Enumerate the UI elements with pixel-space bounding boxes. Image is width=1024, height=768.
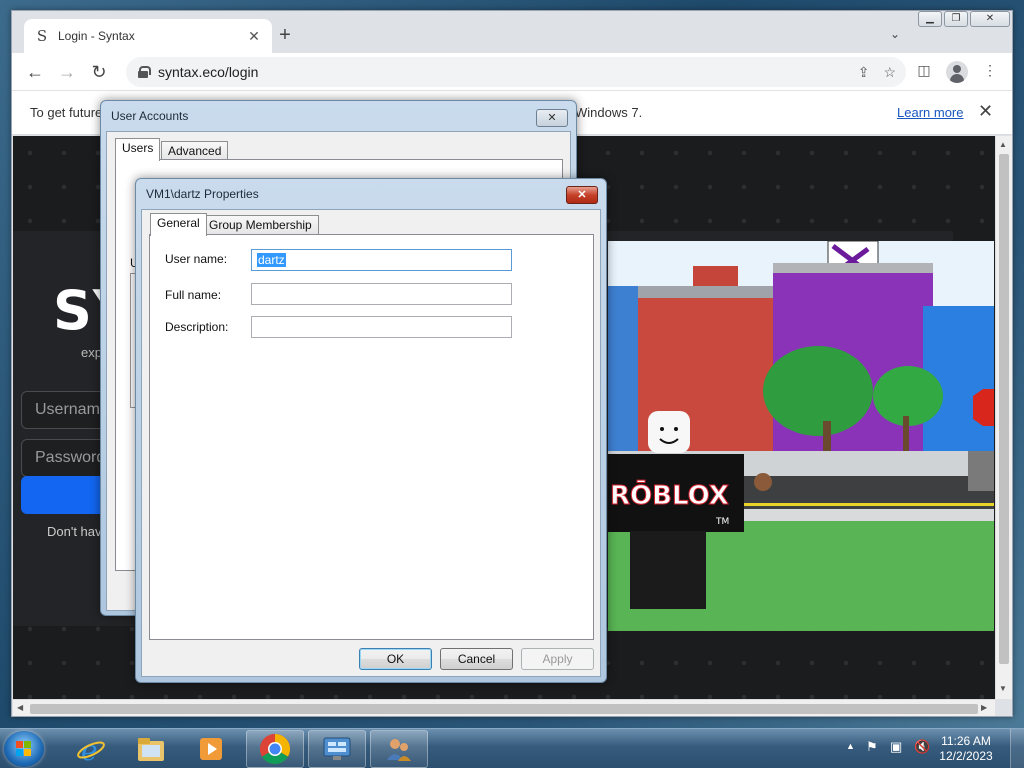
internet-explorer-icon[interactable]: e [62, 730, 120, 768]
user-properties-dialog: VM1\dartz Properties ✕ General Group Mem… [135, 178, 607, 683]
start-button[interactable] [4, 731, 44, 767]
window-controls: ▁ ❐ ✕ [916, 11, 1010, 31]
browser-toolbar: ← → ↻ syntax.eco/login ⇪ ☆ ◫ ⋮ [12, 53, 1012, 91]
fullname-label: Full name: [165, 288, 222, 302]
network-icon[interactable]: ▣ [890, 739, 902, 755]
fullname-field[interactable] [251, 283, 512, 305]
game-scene-illustration: RŌBLOX TM [608, 241, 994, 631]
control-panel-taskbar-button[interactable] [308, 730, 366, 768]
signup-prompt: Don't hav [47, 524, 102, 539]
users-icon [387, 739, 411, 761]
learn-more-link[interactable]: Learn more [897, 105, 963, 120]
chrome-taskbar-button[interactable] [246, 730, 304, 768]
username-value: dartz [257, 253, 286, 267]
close-window-button[interactable]: ✕ [970, 11, 1010, 27]
show-desktop-button[interactable] [1010, 729, 1024, 768]
tab-group-membership[interactable]: Group Membership [202, 215, 319, 236]
file-explorer-icon[interactable] [122, 730, 180, 768]
url-text: syntax.eco/login [158, 64, 259, 80]
scroll-right-icon[interactable]: ▶ [981, 703, 987, 712]
profile-avatar-icon[interactable] [946, 61, 968, 83]
vertical-scroll-thumb[interactable] [999, 154, 1009, 664]
description-label: Description: [165, 320, 229, 334]
vertical-scrollbar[interactable]: ▲ ▼ [995, 136, 1012, 699]
horizontal-scroll-thumb[interactable] [30, 704, 978, 714]
tab-title: Login - Syntax [58, 29, 135, 43]
volume-muted-icon[interactable]: 🔇 [914, 739, 930, 755]
address-bar[interactable]: syntax.eco/login ⇪ ☆ [126, 57, 906, 87]
windows-flag-icon [16, 741, 32, 757]
tab-general[interactable]: General [150, 213, 207, 236]
scroll-up-icon[interactable]: ▲ [999, 140, 1007, 149]
tab-search-chevron-icon[interactable]: ⌄ [886, 27, 904, 45]
infobar-message-end: Windows 7. [575, 105, 643, 120]
bookmark-star-icon[interactable]: ☆ [883, 64, 896, 81]
forward-arrow-icon[interactable]: → [56, 61, 78, 83]
scroll-left-icon[interactable]: ◀ [17, 703, 23, 712]
lock-icon[interactable] [138, 66, 151, 78]
close-tab-icon[interactable]: ✕ [246, 28, 262, 45]
show-hidden-icons-icon[interactable]: ▲ [846, 741, 855, 751]
clock-time: 11:26 AM [941, 734, 991, 748]
user-accounts-taskbar-button[interactable] [370, 730, 428, 768]
dialog-title: VM1\dartz Properties [146, 187, 259, 201]
horizontal-scrollbar[interactable]: ◀ ▶ [13, 699, 995, 716]
share-icon[interactable]: ⇪ [858, 64, 870, 81]
description-field[interactable] [251, 316, 512, 338]
cancel-button[interactable]: Cancel [440, 648, 513, 670]
browser-tab[interactable]: S Login - Syntax ✕ [24, 19, 272, 53]
infobar-close-icon[interactable]: ✕ [978, 101, 993, 122]
reload-icon[interactable]: ↻ [88, 61, 110, 83]
infobar-message: To get future [30, 105, 103, 120]
apply-button[interactable]: Apply [521, 648, 594, 670]
new-tab-button[interactable]: + [274, 25, 296, 47]
syntax-favicon-icon: S [36, 27, 48, 45]
side-panel-icon[interactable]: ◫ [914, 62, 934, 79]
system-clock[interactable]: 11:26 AM 12/2/2023 [930, 734, 1002, 764]
svg-text:TM: TM [715, 517, 729, 527]
brand-tagline: exp [81, 345, 102, 360]
action-center-flag-icon[interactable]: ⚑ [866, 739, 878, 755]
scroll-down-icon[interactable]: ▼ [999, 684, 1007, 693]
taskbar: e ▲ ⚑ ▣ 🔇 11:26 AM 12/2/2023 [0, 728, 1024, 768]
tab-strip: S Login - Syntax ✕ + ⌄ ▁ ❐ ✕ [12, 11, 1012, 53]
username-label: User name: [165, 252, 228, 266]
game-screenshot-image: RŌBLOX TM [608, 241, 994, 631]
ok-button[interactable]: OK [359, 648, 432, 670]
clock-date: 12/2/2023 [939, 749, 993, 763]
minimize-button[interactable]: ▁ [918, 11, 942, 27]
general-tab-panel: User name: dartz Full name: Description: [149, 234, 594, 640]
back-arrow-icon[interactable]: ← [24, 61, 46, 83]
close-dialog-button[interactable]: ✕ [536, 109, 568, 127]
maximize-button[interactable]: ❐ [944, 11, 968, 27]
dialog-title: User Accounts [111, 109, 189, 123]
close-dialog-button[interactable]: ✕ [566, 186, 598, 204]
chrome-icon [259, 734, 291, 765]
menu-kebab-icon[interactable]: ⋮ [980, 62, 1000, 79]
control-panel-icon [323, 737, 351, 760]
tab-users[interactable]: Users [115, 138, 161, 161]
media-player-icon[interactable] [182, 730, 240, 768]
dialog-body: General Group Membership User name: dart… [141, 209, 601, 677]
svg-text:RŌBLOX: RŌBLOX [610, 479, 729, 511]
username-field[interactable]: dartz [251, 249, 512, 271]
